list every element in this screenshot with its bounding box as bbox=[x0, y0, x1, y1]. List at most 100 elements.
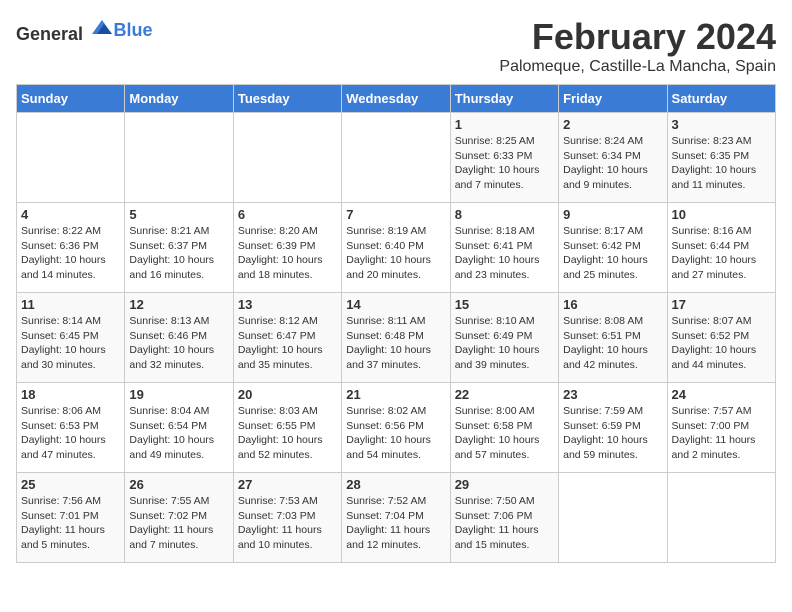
day-info: Sunrise: 8:03 AM Sunset: 6:55 PM Dayligh… bbox=[238, 404, 337, 463]
day-info: Sunrise: 7:55 AM Sunset: 7:02 PM Dayligh… bbox=[129, 494, 228, 553]
day-info: Sunrise: 8:06 AM Sunset: 6:53 PM Dayligh… bbox=[21, 404, 120, 463]
day-cell: 9 Sunrise: 8:17 AM Sunset: 6:42 PM Daylig… bbox=[559, 203, 667, 293]
day-number: 19 bbox=[129, 387, 228, 402]
week-row-3: 18 Sunrise: 8:06 AM Sunset: 6:53 PM Dayli… bbox=[17, 383, 776, 473]
day-number: 26 bbox=[129, 477, 228, 492]
day-number: 23 bbox=[563, 387, 662, 402]
day-info: Sunrise: 8:23 AM Sunset: 6:35 PM Dayligh… bbox=[672, 134, 771, 193]
day-cell: 8 Sunrise: 8:18 AM Sunset: 6:41 PM Daylig… bbox=[450, 203, 558, 293]
day-number: 24 bbox=[672, 387, 771, 402]
day-cell: 17 Sunrise: 8:07 AM Sunset: 6:52 PM Dayli… bbox=[667, 293, 775, 383]
logo-blue: Blue bbox=[114, 20, 153, 40]
day-cell: 7 Sunrise: 8:19 AM Sunset: 6:40 PM Daylig… bbox=[342, 203, 450, 293]
day-info: Sunrise: 8:11 AM Sunset: 6:48 PM Dayligh… bbox=[346, 314, 445, 373]
week-row-0: 1 Sunrise: 8:25 AM Sunset: 6:33 PM Daylig… bbox=[17, 113, 776, 203]
day-info: Sunrise: 8:07 AM Sunset: 6:52 PM Dayligh… bbox=[672, 314, 771, 373]
day-cell: 13Sunrise: 8:12 AM Sunset: 6:47 PM Dayli… bbox=[233, 293, 341, 383]
weekday-header-tuesday: Tuesday bbox=[233, 85, 341, 113]
weekday-header-thursday: Thursday bbox=[450, 85, 558, 113]
day-number: 27 bbox=[238, 477, 337, 492]
day-cell bbox=[667, 473, 775, 563]
day-number: 21 bbox=[346, 387, 445, 402]
day-number: 7 bbox=[346, 207, 445, 222]
day-info: Sunrise: 8:10 AM Sunset: 6:49 PM Dayligh… bbox=[455, 314, 554, 373]
day-cell: 2Sunrise: 8:24 AM Sunset: 6:34 PM Daylig… bbox=[559, 113, 667, 203]
day-info: Sunrise: 8:08 AM Sunset: 6:51 PM Dayligh… bbox=[563, 314, 662, 373]
weekday-header-sunday: Sunday bbox=[17, 85, 125, 113]
day-info: Sunrise: 7:53 AM Sunset: 7:03 PM Dayligh… bbox=[238, 494, 337, 553]
day-cell: 11 Sunrise: 8:14 AM Sunset: 6:45 PM Dayli… bbox=[17, 293, 125, 383]
day-number: 11 bbox=[21, 297, 120, 312]
day-info: Sunrise: 8:22 AM Sunset: 6:36 PM Dayligh… bbox=[21, 224, 120, 283]
day-info: Sunrise: 8:14 AM Sunset: 6:45 PM Dayligh… bbox=[21, 314, 120, 373]
day-cell: 29 Sunrise: 7:50 AM Sunset: 7:06 PM Dayli… bbox=[450, 473, 558, 563]
day-cell bbox=[233, 113, 341, 203]
month-title: February 2024 bbox=[499, 16, 776, 58]
day-info: Sunrise: 8:00 AM Sunset: 6:58 PM Dayligh… bbox=[455, 404, 554, 463]
day-number: 15 bbox=[455, 297, 554, 312]
day-info: Sunrise: 7:56 AM Sunset: 7:01 PM Dayligh… bbox=[21, 494, 120, 553]
week-row-4: 25 Sunrise: 7:56 AM Sunset: 7:01 PM Dayli… bbox=[17, 473, 776, 563]
day-info: Sunrise: 8:16 AM Sunset: 6:44 PM Dayligh… bbox=[672, 224, 771, 283]
day-number: 20 bbox=[238, 387, 337, 402]
day-cell: 21 Sunrise: 8:02 AM Sunset: 6:56 PM Dayli… bbox=[342, 383, 450, 473]
day-cell: 27 Sunrise: 7:53 AM Sunset: 7:03 PM Dayli… bbox=[233, 473, 341, 563]
day-cell: 16 Sunrise: 8:08 AM Sunset: 6:51 PM Dayli… bbox=[559, 293, 667, 383]
day-info: Sunrise: 8:17 AM Sunset: 6:42 PM Dayligh… bbox=[563, 224, 662, 283]
day-cell: 3 Sunrise: 8:23 AM Sunset: 6:35 PM Daylig… bbox=[667, 113, 775, 203]
day-cell: 28 Sunrise: 7:52 AM Sunset: 7:04 PM Dayli… bbox=[342, 473, 450, 563]
day-number: 13 bbox=[238, 297, 337, 312]
day-cell: 6 Sunrise: 8:20 AM Sunset: 6:39 PM Daylig… bbox=[233, 203, 341, 293]
week-row-2: 11 Sunrise: 8:14 AM Sunset: 6:45 PM Dayli… bbox=[17, 293, 776, 383]
day-cell: 22 Sunrise: 8:00 AM Sunset: 6:58 PM Dayli… bbox=[450, 383, 558, 473]
day-info: Sunrise: 7:50 AM Sunset: 7:06 PM Dayligh… bbox=[455, 494, 554, 553]
day-number: 29 bbox=[455, 477, 554, 492]
day-cell bbox=[125, 113, 233, 203]
day-info: Sunrise: 7:59 AM Sunset: 6:59 PM Dayligh… bbox=[563, 404, 662, 463]
day-info: Sunrise: 8:02 AM Sunset: 6:56 PM Dayligh… bbox=[346, 404, 445, 463]
day-number: 3 bbox=[672, 117, 771, 132]
day-cell: 12 Sunrise: 8:13 AM Sunset: 6:46 PM Dayli… bbox=[125, 293, 233, 383]
day-cell: 24Sunrise: 7:57 AM Sunset: 7:00 PM Dayli… bbox=[667, 383, 775, 473]
day-cell: 20 Sunrise: 8:03 AM Sunset: 6:55 PM Dayli… bbox=[233, 383, 341, 473]
calendar-table: SundayMondayTuesdayWednesdayThursdayFrid… bbox=[16, 84, 776, 563]
logo-general: General bbox=[16, 24, 83, 44]
day-cell bbox=[559, 473, 667, 563]
day-number: 5 bbox=[129, 207, 228, 222]
weekday-header-friday: Friday bbox=[559, 85, 667, 113]
day-number: 17 bbox=[672, 297, 771, 312]
day-number: 22 bbox=[455, 387, 554, 402]
day-number: 8 bbox=[455, 207, 554, 222]
day-info: Sunrise: 7:52 AM Sunset: 7:04 PM Dayligh… bbox=[346, 494, 445, 553]
day-number: 6 bbox=[238, 207, 337, 222]
day-number: 25 bbox=[21, 477, 120, 492]
day-number: 12 bbox=[129, 297, 228, 312]
day-cell: 14 Sunrise: 8:11 AM Sunset: 6:48 PM Dayli… bbox=[342, 293, 450, 383]
day-number: 16 bbox=[563, 297, 662, 312]
day-number: 1 bbox=[455, 117, 554, 132]
title-area: February 2024 Palomeque, Castille-La Man… bbox=[499, 16, 776, 76]
logo: General Blue bbox=[16, 16, 153, 45]
day-info: Sunrise: 8:13 AM Sunset: 6:46 PM Dayligh… bbox=[129, 314, 228, 373]
day-number: 28 bbox=[346, 477, 445, 492]
logo-icon bbox=[90, 16, 114, 40]
day-info: Sunrise: 8:24 AM Sunset: 6:34 PM Dayligh… bbox=[563, 134, 662, 193]
day-number: 14 bbox=[346, 297, 445, 312]
day-number: 18 bbox=[21, 387, 120, 402]
location-title: Palomeque, Castille-La Mancha, Spain bbox=[499, 58, 776, 76]
day-cell: 23 Sunrise: 7:59 AM Sunset: 6:59 PM Dayli… bbox=[559, 383, 667, 473]
day-info: Sunrise: 8:20 AM Sunset: 6:39 PM Dayligh… bbox=[238, 224, 337, 283]
day-cell bbox=[342, 113, 450, 203]
header: General Blue February 2024 Palomeque, Ca… bbox=[16, 16, 776, 76]
weekday-header-saturday: Saturday bbox=[667, 85, 775, 113]
day-info: Sunrise: 8:18 AM Sunset: 6:41 PM Dayligh… bbox=[455, 224, 554, 283]
week-row-1: 4Sunrise: 8:22 AM Sunset: 6:36 PM Daylig… bbox=[17, 203, 776, 293]
weekday-header-wednesday: Wednesday bbox=[342, 85, 450, 113]
day-number: 10 bbox=[672, 207, 771, 222]
day-number: 9 bbox=[563, 207, 662, 222]
day-cell: 25 Sunrise: 7:56 AM Sunset: 7:01 PM Dayli… bbox=[17, 473, 125, 563]
day-cell: 5Sunrise: 8:21 AM Sunset: 6:37 PM Daylig… bbox=[125, 203, 233, 293]
day-info: Sunrise: 8:25 AM Sunset: 6:33 PM Dayligh… bbox=[455, 134, 554, 193]
day-info: Sunrise: 8:19 AM Sunset: 6:40 PM Dayligh… bbox=[346, 224, 445, 283]
day-cell: 4Sunrise: 8:22 AM Sunset: 6:36 PM Daylig… bbox=[17, 203, 125, 293]
